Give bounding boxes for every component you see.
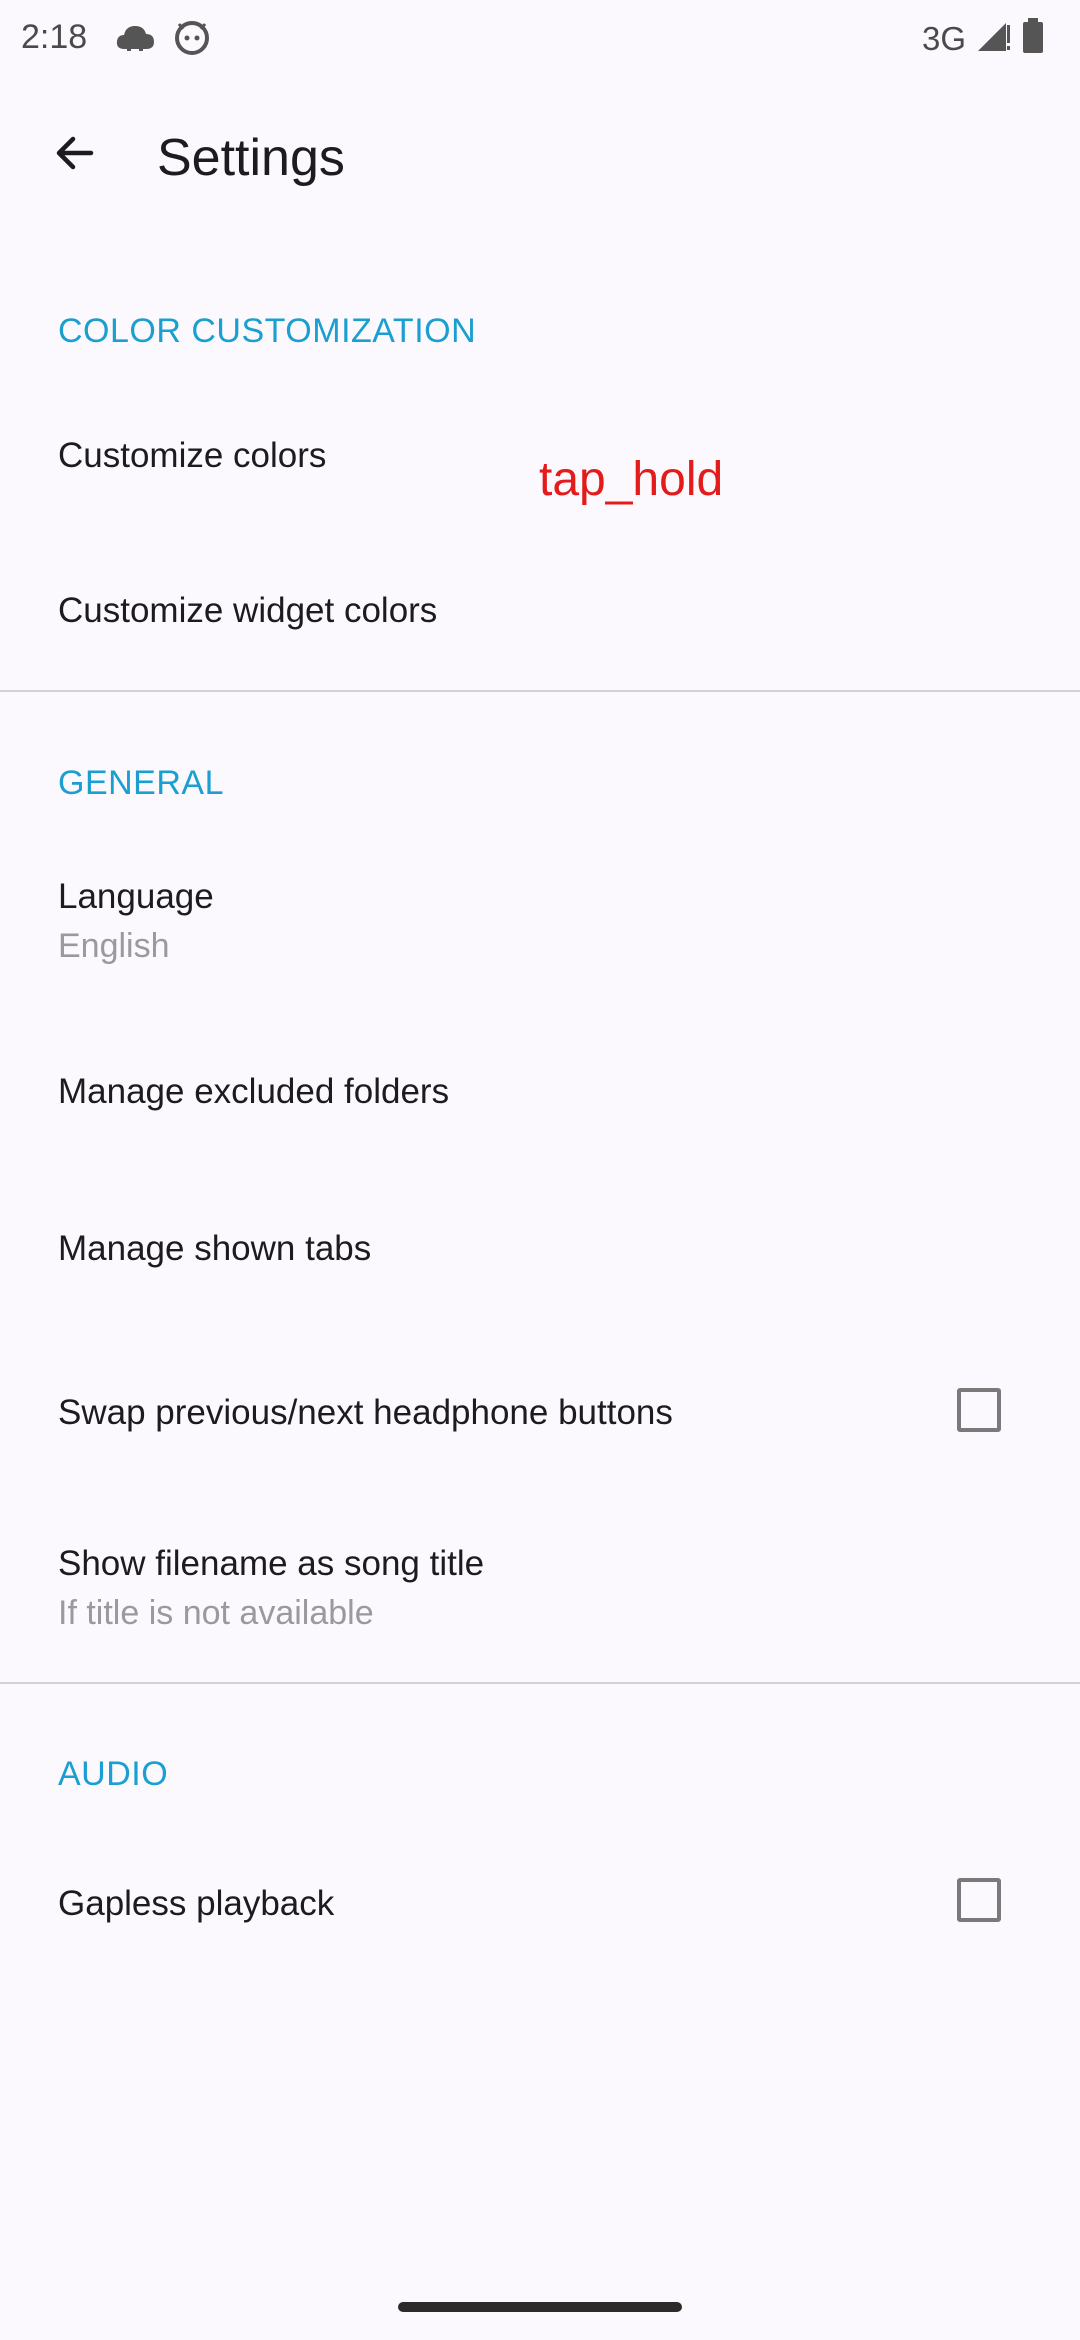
status-system-icons: 3G [922,18,1044,59]
setting-subtitle: If title is not available [58,1594,374,1632]
network-type: 3G [921,19,966,57]
setting-language[interactable]: Language English [0,855,1080,1005]
setting-title: Swap previous/next headphone buttons [58,1393,673,1432]
battery-icon [1022,18,1044,59]
section-divider [0,690,1080,692]
app-bar: Settings [0,100,1080,220]
setting-title: Show filename as song title [58,1544,485,1583]
signal-icon [976,19,1012,58]
arrow-back-icon [51,129,99,182]
setting-value: English [58,927,170,965]
setting-manage-excluded-folders[interactable]: Manage excluded folders [0,1040,1080,1150]
setting-customize-widget-colors[interactable]: Customize widget colors [0,555,1080,670]
swap-headphone-buttons-checkbox[interactable] [957,1388,1001,1432]
cloud-alert-icon [114,21,156,60]
setting-swap-headphone-buttons[interactable]: Swap previous/next headphone buttons [0,1352,1080,1472]
back-button[interactable] [40,120,110,190]
gapless-playback-checkbox[interactable] [957,1878,1001,1922]
section-header-color-customization: COLOR CUSTOMIZATION [58,312,477,350]
setting-title: Manage shown tabs [58,1229,372,1268]
status-time: 2:18 [21,18,88,56]
setting-show-filename-as-title[interactable]: Show filename as song title If title is … [0,1520,1080,1670]
section-divider [0,1682,1080,1684]
home-indicator[interactable] [398,2302,682,2312]
setting-gapless-playback[interactable]: Gapless playback [0,1842,1080,1962]
setting-title: Customize widget colors [58,591,438,630]
setting-title: Language [58,877,214,916]
setting-manage-shown-tabs[interactable]: Manage shown tabs [0,1195,1080,1305]
setting-title: Gapless playback [58,1884,335,1923]
section-header-audio: AUDIO [58,1755,169,1793]
action-overlay-label: tap_hold [539,453,724,506]
setting-title: Customize colors [58,436,327,475]
status-notification-icons [114,20,210,61]
status-bar: 2:18 3G [0,0,1080,75]
page-title: Settings [157,129,345,187]
android-icon [174,20,210,61]
setting-title: Manage excluded folders [58,1072,450,1111]
section-header-general: GENERAL [58,764,224,802]
